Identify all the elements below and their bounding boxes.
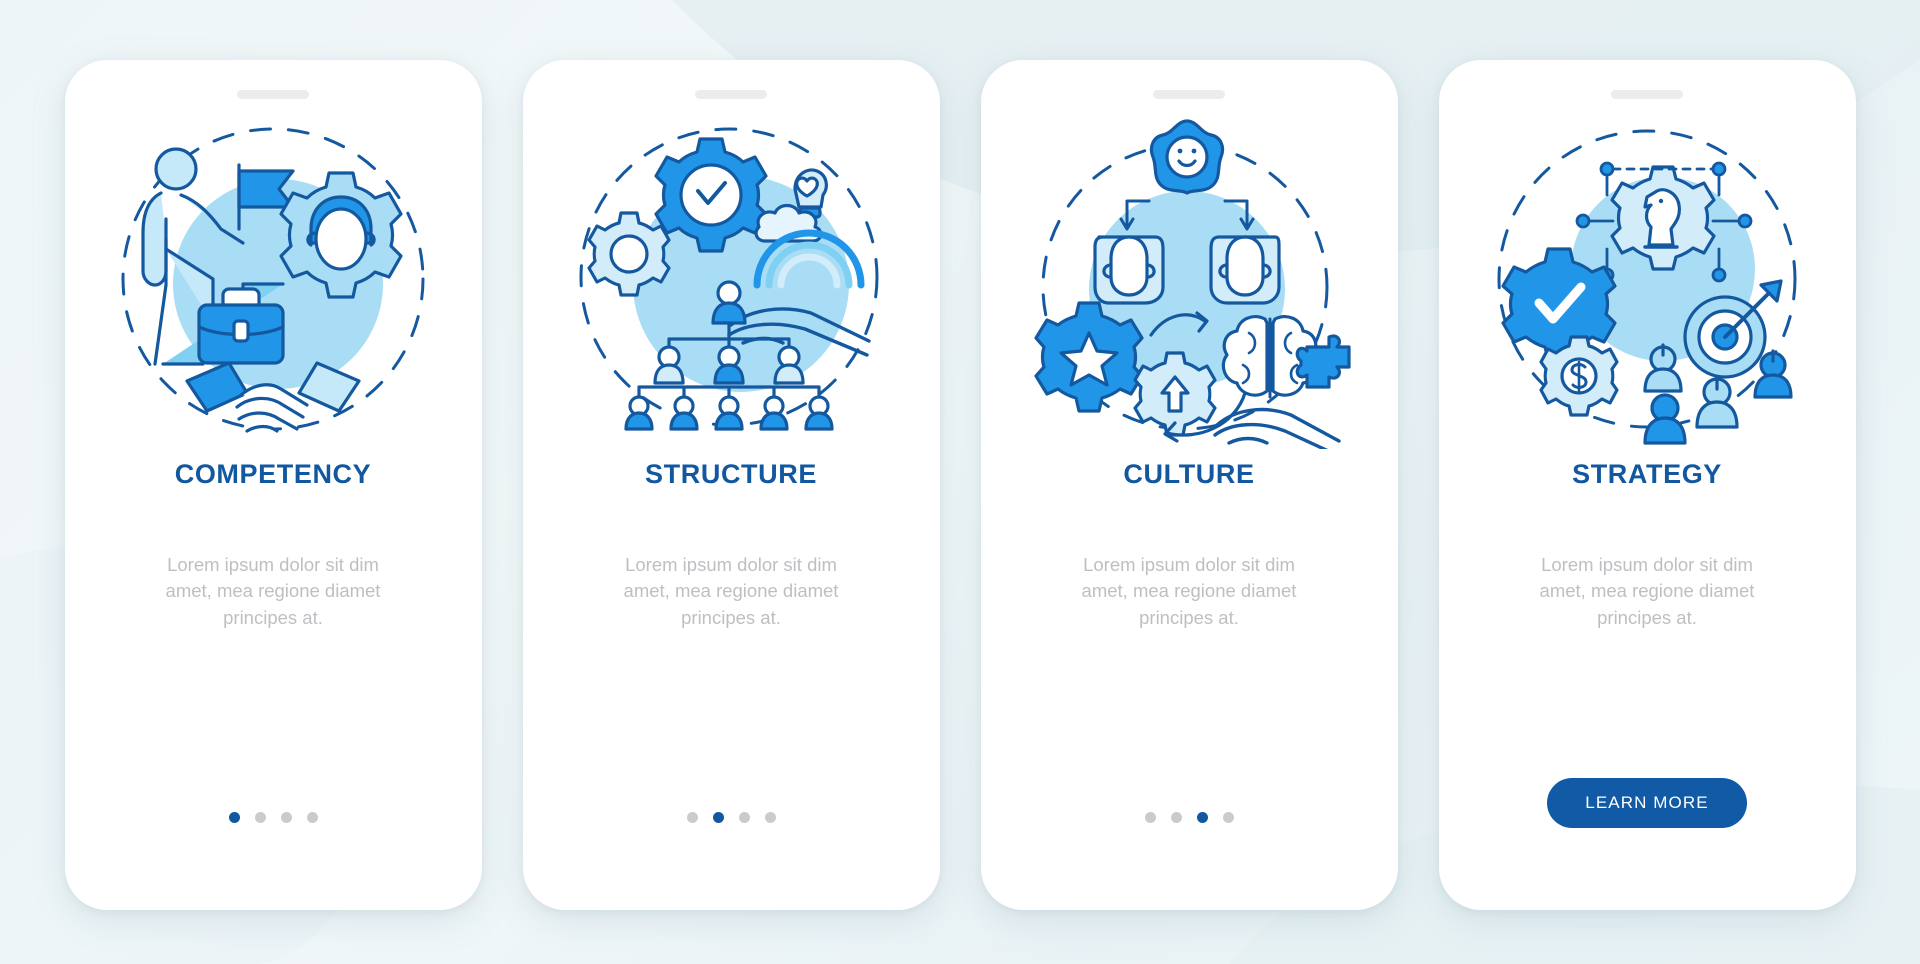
learn-more-button[interactable]: LEARN MORE — [1547, 778, 1747, 828]
onboarding-screens-row: COMPETENCY Lorem ipsum dolor sit dim ame… — [0, 0, 1920, 964]
pagination-dots[interactable] — [228, 812, 318, 823]
card-title: COMPETENCY — [174, 459, 372, 489]
pagination-dot-3[interactable] — [280, 812, 292, 823]
strategy-illustration — [1467, 109, 1827, 449]
pagination-dot-4[interactable] — [1222, 812, 1234, 823]
culture-illustration — [1009, 109, 1369, 449]
phone-card-culture: CULTURE Lorem ipsum dolor sit dim amet, … — [980, 60, 1398, 910]
phone-screen: CULTURE Lorem ipsum dolor sit dim amet, … — [989, 69, 1389, 901]
pagination-dot-4[interactable] — [306, 812, 318, 823]
phone-screen: COMPETENCY Lorem ipsum dolor sit dim ame… — [73, 69, 473, 901]
card-body-text: Lorem ipsum dolor sit dim amet, mea regi… — [165, 554, 381, 628]
phone-screen: STRATEGY Lorem ipsum dolor sit dim amet,… — [1447, 69, 1847, 901]
phone-card-strategy: STRATEGY Lorem ipsum dolor sit dim amet,… — [1438, 60, 1856, 910]
pagination-dot-1[interactable] — [1144, 812, 1156, 823]
pagination-dot-3[interactable] — [1196, 812, 1208, 823]
phone-card-competency: COMPETENCY Lorem ipsum dolor sit dim ame… — [64, 60, 482, 910]
speaker-grill — [1611, 90, 1683, 99]
card-title: STRATEGY — [1572, 459, 1722, 489]
card-body-text: Lorem ipsum dolor sit dim amet, mea regi… — [623, 554, 839, 628]
speaker-grill — [695, 90, 767, 99]
structure-illustration — [551, 109, 911, 449]
card-body-text: Lorem ipsum dolor sit dim amet, mea regi… — [1539, 554, 1755, 628]
phone-screen: STRUCTURE Lorem ipsum dolor sit dim amet… — [531, 69, 931, 901]
competency-illustration — [93, 109, 453, 449]
pagination-dot-3[interactable] — [738, 812, 750, 823]
pagination-dot-2[interactable] — [254, 812, 266, 823]
pagination-dots[interactable] — [686, 812, 776, 823]
pagination-dot-2[interactable] — [1170, 812, 1182, 823]
pagination-dot-2[interactable] — [712, 812, 724, 823]
card-body-text: Lorem ipsum dolor sit dim amet, mea regi… — [1081, 554, 1297, 628]
speaker-grill — [237, 90, 309, 99]
card-title: CULTURE — [1123, 459, 1255, 489]
pagination-dot-1[interactable] — [686, 812, 698, 823]
pagination-dots[interactable] — [1144, 812, 1234, 823]
phone-card-structure: STRUCTURE Lorem ipsum dolor sit dim amet… — [522, 60, 940, 910]
pagination-dot-1[interactable] — [228, 812, 240, 823]
pagination-dot-4[interactable] — [764, 812, 776, 823]
card-title: STRUCTURE — [645, 459, 817, 489]
speaker-grill — [1153, 90, 1225, 99]
